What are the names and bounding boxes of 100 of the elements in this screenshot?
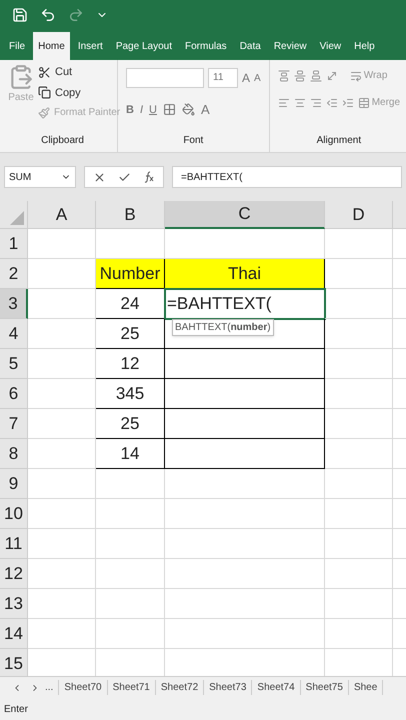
shrink-font-button[interactable]: A — [254, 70, 261, 86]
row-header[interactable]: 7 — [0, 409, 28, 439]
orientation-icon[interactable] — [326, 70, 338, 82]
column-header[interactable]: A — [28, 201, 96, 229]
table-cell — [28, 409, 96, 439]
save-icon[interactable] — [12, 7, 28, 23]
row-header[interactable]: 5 — [0, 349, 28, 379]
ribbon-tab[interactable]: Review — [268, 32, 312, 60]
sheet-tab[interactable]: Sheet74 — [252, 680, 301, 695]
row-header[interactable]: 12 — [0, 559, 28, 589]
table-cell — [28, 469, 96, 499]
middle-align-icon[interactable] — [294, 70, 306, 82]
copy-icon — [38, 86, 51, 100]
font-size-field[interactable]: 11 — [208, 68, 238, 88]
borders-icon[interactable] — [162, 103, 176, 116]
group-label: Alignment — [316, 134, 362, 148]
table-cell — [96, 559, 165, 589]
ribbon-tab[interactable]: Home — [33, 32, 70, 60]
align-center-icon[interactable] — [294, 96, 306, 108]
sheet-tab[interactable]: ... — [40, 680, 60, 695]
merge-cells-icon — [358, 96, 370, 108]
wrap-text-icon — [350, 70, 362, 82]
sheet-tab[interactable]: Sheet75 — [300, 680, 349, 695]
table-cell — [28, 379, 96, 409]
row-header[interactable]: 13 — [0, 589, 28, 619]
cut-button[interactable]: Cut — [38, 64, 120, 80]
group-label: Clipboard — [40, 134, 85, 148]
table-cell — [28, 349, 96, 379]
table-cell — [28, 529, 96, 559]
table-cell — [28, 439, 96, 469]
table-cell — [28, 229, 96, 259]
table-cell: 24 — [96, 289, 165, 319]
row-header[interactable]: 8 — [0, 439, 28, 469]
ribbon-tab[interactable]: Page Layout — [110, 32, 177, 60]
ribbon-tab[interactable]: Data — [234, 32, 266, 60]
decrease-indent-icon[interactable] — [326, 96, 338, 108]
function-icon[interactable] — [143, 171, 155, 183]
align-left-icon[interactable] — [278, 96, 290, 108]
table-cell — [28, 289, 96, 319]
ribbon-tab[interactable]: Insert — [72, 32, 108, 60]
formula-field[interactable]: =BAHTTEXT( — [172, 166, 402, 188]
row-header[interactable]: 15 — [0, 649, 28, 676]
sheet-tab[interactable]: Sheet71 — [108, 680, 156, 695]
font-color-button[interactable]: A — [200, 100, 210, 120]
top-align-icon[interactable] — [278, 70, 290, 82]
undo-icon[interactable] — [40, 7, 56, 23]
function-tooltip: BAHTTEXT(number) — [172, 319, 274, 336]
scissors-icon — [38, 66, 51, 79]
font-name-field[interactable] — [126, 68, 204, 88]
sheet-tab[interactable]: Sheet72 — [156, 680, 204, 695]
table-cell — [96, 529, 165, 559]
grow-font-button[interactable]: A — [242, 69, 250, 87]
row-header[interactable]: 10 — [0, 499, 28, 529]
status-text: Enter — [4, 702, 28, 716]
bottom-align-icon[interactable] — [310, 70, 322, 82]
fill-bucket-icon[interactable] — [182, 103, 195, 116]
table-cell — [96, 469, 165, 499]
table-cell — [96, 499, 165, 529]
row-header[interactable]: 1 — [0, 229, 28, 259]
row-header[interactable]: 6 — [0, 379, 28, 409]
table-cell — [28, 559, 96, 589]
sheet-tab[interactable]: Sheet70 — [59, 680, 108, 695]
table-cell: 25 — [96, 319, 165, 349]
table-cell — [28, 619, 96, 649]
table-cell: 14 — [96, 439, 165, 469]
table-cell: 12 — [96, 349, 165, 379]
row-header[interactable]: 4 — [0, 319, 28, 349]
table-cell — [28, 589, 96, 619]
table-cell: Number — [96, 259, 165, 289]
cancel-icon[interactable] — [93, 170, 106, 184]
ribbon-tab[interactable]: Formulas — [180, 32, 232, 60]
italic-button[interactable]: I — [140, 102, 144, 118]
enter-icon[interactable] — [118, 170, 131, 184]
column-header[interactable]: C — [165, 201, 325, 229]
ribbon-tab[interactable]: View — [314, 32, 346, 60]
increase-indent-icon[interactable] — [342, 96, 354, 108]
align-right-icon[interactable] — [310, 96, 322, 108]
active-cell: =BAHTTEXT( — [165, 289, 325, 319]
row-header[interactable]: 14 — [0, 619, 28, 649]
row-header[interactable]: 11 — [0, 529, 28, 559]
bold-button[interactable]: B — [126, 102, 134, 118]
ribbon-tab[interactable]: Help — [349, 32, 380, 60]
triangle-icon — [10, 211, 24, 225]
name-box[interactable]: SUM — [4, 166, 76, 188]
table-cell: 345 — [96, 379, 165, 409]
sheet-tab[interactable]: Shee — [348, 680, 384, 695]
column-header[interactable]: D — [325, 201, 393, 229]
copy-button[interactable]: Copy — [38, 84, 120, 101]
table-cell: 25 — [96, 409, 165, 439]
sheet-tab[interactable]: Sheet73 — [204, 680, 252, 695]
table-cell: Thai — [165, 259, 325, 289]
table-cell — [28, 319, 96, 349]
table-cell — [96, 619, 165, 649]
table-cell — [96, 589, 165, 619]
row-header[interactable]: 2 — [0, 259, 28, 289]
row-header[interactable]: 3 — [0, 289, 28, 319]
underline-button[interactable]: U — [149, 102, 157, 118]
ribbon-tab[interactable]: File — [4, 32, 30, 60]
row-header[interactable]: 9 — [0, 469, 28, 499]
paintbrush-icon — [38, 106, 50, 118]
